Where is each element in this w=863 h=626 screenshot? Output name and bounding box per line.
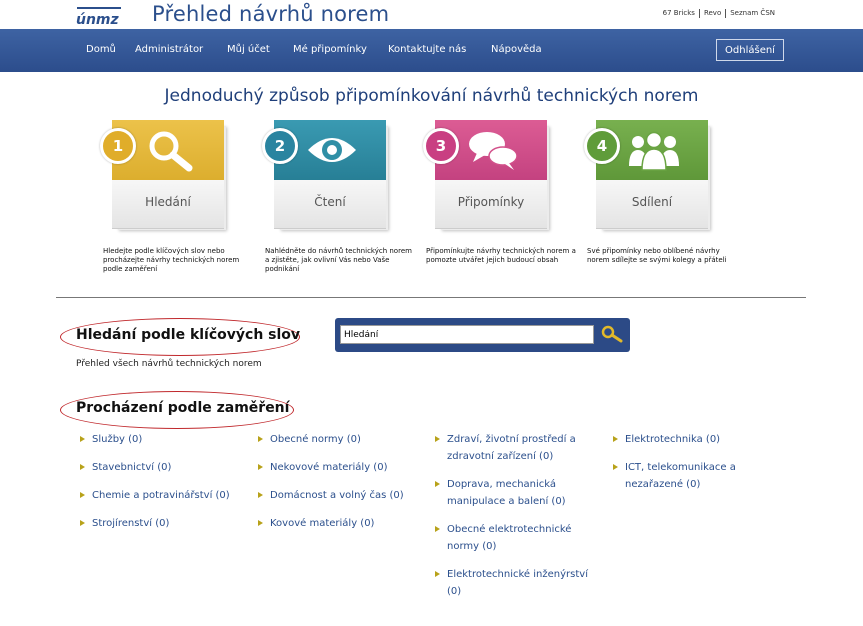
category-item[interactable]: Strojírenství (0) bbox=[78, 515, 248, 532]
unmz-logo[interactable]: únmz bbox=[75, 6, 123, 28]
category-item[interactable]: Stavebnictví (0) bbox=[78, 459, 248, 476]
nav-item-administrator[interactable]: Administrátor bbox=[135, 44, 203, 55]
people-icon bbox=[629, 131, 679, 171]
category-item[interactable]: Elektrotechnika (0) bbox=[611, 431, 771, 448]
search-input[interactable] bbox=[340, 325, 594, 344]
step-label: Připomínky bbox=[457, 195, 525, 209]
search-key-icon bbox=[601, 325, 623, 343]
category-item[interactable]: ICT, telekomunikace a nezařazené (0) bbox=[611, 459, 771, 493]
nav-item-muj-ucet[interactable]: Můj účet bbox=[227, 44, 270, 55]
step-badge: 3 bbox=[423, 128, 459, 164]
category-item[interactable]: Domácnost a volný čas (0) bbox=[256, 487, 426, 504]
page-title: Přehled návrhů norem bbox=[152, 2, 390, 26]
category-column-1: Služby (0) Stavebnictví (0) Chemie a pot… bbox=[78, 431, 248, 532]
step-label: Čtení bbox=[314, 195, 346, 209]
category-item[interactable]: Kovové materiály (0) bbox=[256, 515, 426, 532]
speech-bubbles-icon bbox=[469, 132, 518, 170]
nav-item-domu[interactable]: Domů bbox=[86, 44, 116, 55]
step-label: Sdílení bbox=[631, 195, 673, 209]
all-drafts-link[interactable]: Přehled všech návrhů technických norem bbox=[76, 359, 262, 369]
nav-item-kontaktujte-nas[interactable]: Kontaktujte nás bbox=[388, 44, 466, 55]
search-button[interactable] bbox=[600, 323, 624, 347]
step-description: Nahlédněte do návrhů technických norem a… bbox=[265, 247, 412, 273]
category-column-4: Elektrotechnika (0) ICT, telekomunikace … bbox=[611, 431, 771, 493]
logo-text: únmz bbox=[76, 12, 120, 26]
category-item[interactable]: Doprava, mechanická manipulace a balení … bbox=[433, 476, 598, 510]
category-item[interactable]: Chemie a potravinářství (0) bbox=[78, 487, 248, 504]
main-nav: Domů Administrátor Můj účet Mé připomínk… bbox=[0, 29, 863, 72]
top-link-seznam-csn[interactable]: Seznam ČSN bbox=[725, 9, 779, 18]
category-column-2: Obecné normy (0) Nekovové materiály (0) … bbox=[256, 431, 426, 532]
top-links: 67 Bricks Revo Seznam ČSN bbox=[659, 9, 779, 18]
nav-item-napoveda[interactable]: Nápověda bbox=[491, 44, 542, 55]
category-item[interactable]: Služby (0) bbox=[78, 431, 248, 448]
category-item[interactable]: Obecné elektrotechnické normy (0) bbox=[433, 521, 598, 555]
step-description: Své připomínky nebo oblíbené návrhy nore… bbox=[587, 247, 727, 264]
category-item[interactable]: Zdraví, životní prostředí a zdravotní za… bbox=[433, 431, 598, 465]
top-link-revo[interactable]: Revo bbox=[698, 9, 725, 18]
logout-button[interactable]: Odhlášení bbox=[716, 39, 784, 61]
category-item[interactable]: Elektrotechnické inženýrství (0) bbox=[433, 566, 598, 600]
category-item[interactable]: Nekovové materiály (0) bbox=[256, 459, 426, 476]
step-badge: 4 bbox=[584, 128, 620, 164]
step-card-cteni[interactable]: Čtení 2 bbox=[262, 120, 388, 230]
hero-title: Jednoduchý způsob připomínkování návrhů … bbox=[164, 86, 699, 106]
nav-item-me-pripominky[interactable]: Mé připomínky bbox=[293, 44, 367, 55]
step-card-sdileni[interactable]: Sdílení 4 bbox=[584, 120, 710, 230]
magnifier-icon bbox=[149, 131, 193, 172]
eye-icon bbox=[308, 138, 356, 162]
step-description: Hledejte podle klíčových slov nebo proch… bbox=[103, 247, 240, 273]
step-card-pripominky[interactable]: Připomínky 3 bbox=[423, 120, 549, 230]
browse-section-title: Procházení podle zaměření bbox=[76, 400, 290, 416]
step-description: Připomínkujte návrhy technických norem a… bbox=[426, 247, 576, 264]
divider bbox=[56, 297, 806, 298]
search-section-title: Hledání podle klíčových slov bbox=[76, 327, 301, 343]
step-badge: 1 bbox=[100, 128, 136, 164]
top-link-67bricks[interactable]: 67 Bricks bbox=[659, 9, 699, 18]
step-label: Hledání bbox=[145, 195, 191, 209]
search-box bbox=[335, 318, 630, 352]
category-item[interactable]: Obecné normy (0) bbox=[256, 431, 426, 448]
step-card-hledani[interactable]: Hledání 1 bbox=[100, 120, 226, 230]
step-badge: 2 bbox=[262, 128, 298, 164]
category-column-3: Zdraví, životní prostředí a zdravotní za… bbox=[433, 431, 598, 600]
